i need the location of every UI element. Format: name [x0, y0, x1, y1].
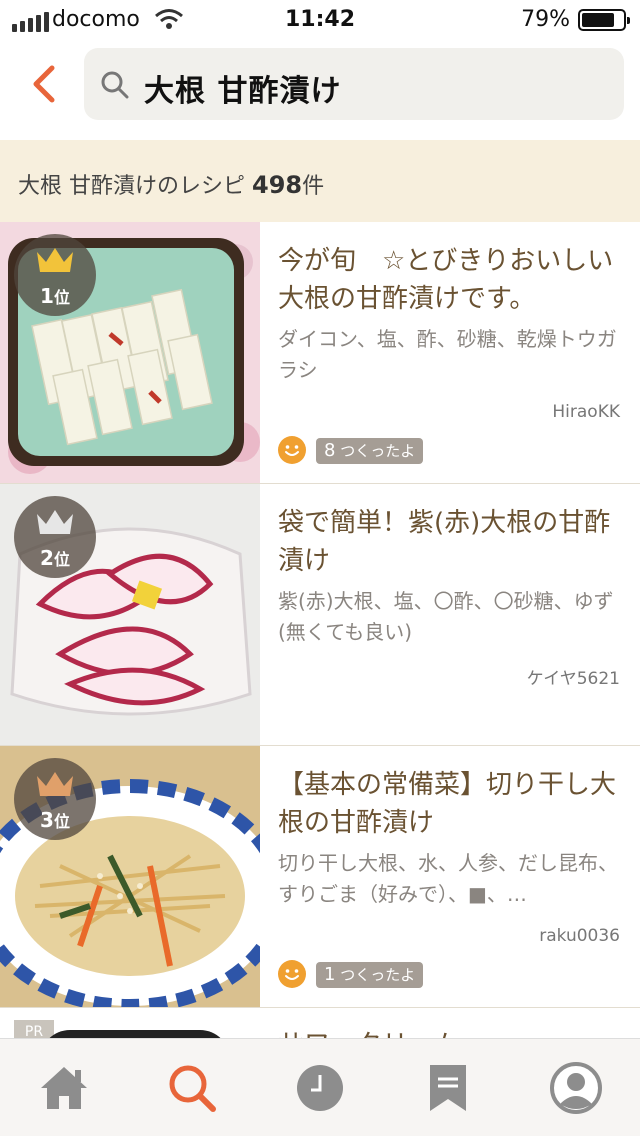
tab-search[interactable] — [128, 1039, 256, 1136]
search-input[interactable]: 大根 甘酢漬け — [84, 48, 624, 120]
history-icon — [297, 1064, 343, 1111]
rank-suffix: 位 — [53, 812, 70, 831]
rank-number: 2 — [40, 546, 54, 570]
home-icon — [41, 1066, 87, 1109]
recipe-thumbnail: 1位 — [0, 222, 260, 483]
search-icon — [169, 1065, 216, 1112]
made-count-badge: 8 つくったよ — [316, 438, 424, 464]
made-count-badge: 1 つくったよ — [316, 962, 424, 988]
recipe-author[interactable]: ケイヤ5621 — [527, 664, 620, 689]
recipe-title[interactable]: 【基本の常備菜】切り干し大根の甘酢漬け — [278, 766, 624, 842]
crown-icon — [37, 248, 73, 272]
recipe-thumbnail: 3位 — [0, 746, 260, 1007]
chevron-left-icon[interactable] — [26, 64, 60, 104]
rank-label: 3位 — [14, 808, 96, 832]
profile-icon — [550, 1061, 602, 1114]
recipe-list: 1位 今が旬 ☆とびきりおいしい大根の甘酢漬けです。 ダイコン、塩、酢、砂糖、乾… — [0, 222, 640, 1008]
rank-badge: 2位 — [14, 496, 96, 578]
made-label: つくったよ — [335, 966, 416, 984]
crown-icon — [37, 772, 73, 796]
rank-number: 3 — [40, 808, 54, 832]
tab-bookmark[interactable] — [384, 1039, 512, 1136]
result-count-text: 大根 甘酢漬けのレシピ 498件 — [18, 168, 324, 200]
rank-suffix: 位 — [53, 288, 70, 307]
search-query: 大根 甘酢漬け — [144, 74, 342, 109]
tab-bar — [0, 1038, 640, 1136]
recipe-ingredients: ダイコン、塩、酢、砂糖、乾燥トウガラシ — [278, 327, 617, 382]
rank-number: 1 — [40, 284, 54, 308]
tab-home[interactable] — [0, 1039, 128, 1136]
battery-percentage: 79% — [521, 7, 570, 32]
made-count: 1 — [324, 964, 336, 985]
tab-profile[interactable] — [512, 1039, 640, 1136]
rank-label: 1位 — [14, 284, 96, 308]
smile-icon — [278, 436, 306, 464]
recipe-item[interactable]: 3位 【基本の常備菜】切り干し大根の甘酢漬け 切り干し大根、水、人参、だし昆布、… — [0, 746, 640, 1008]
rank-badge: 3位 — [14, 758, 96, 840]
rank-label: 2位 — [14, 546, 96, 570]
result-count-banner: 大根 甘酢漬けのレシピ 498件 — [0, 140, 640, 222]
bookmark-icon — [430, 1064, 466, 1111]
rank-suffix: 位 — [53, 550, 70, 569]
recipe-item[interactable]: 1位 今が旬 ☆とびきりおいしい大根の甘酢漬けです。 ダイコン、塩、酢、砂糖、乾… — [0, 222, 640, 484]
made-label: つくったよ — [335, 442, 416, 460]
tab-history[interactable] — [256, 1039, 384, 1136]
recipe-ingredients: 切り干し大根、水、人参、だし昆布、すりごま（好みで）、■、… — [278, 851, 618, 906]
recipe-title[interactable]: 今が旬 ☆とびきりおいしい大根の甘酢漬けです。 — [278, 242, 624, 318]
recipe-author[interactable]: HiraoKK — [552, 402, 620, 422]
rank-badge: 1位 — [14, 234, 96, 316]
recipe-author[interactable]: raku0036 — [539, 926, 620, 946]
crown-icon — [37, 510, 73, 534]
status-bar: docomo 11:42 79% — [0, 0, 640, 40]
recipe-thumbnail: 2位 — [0, 484, 260, 745]
battery-icon — [578, 9, 630, 31]
recipe-ingredients: 紫(赤)大根、塩、〇酢、〇砂糖、ゆず(無くても良い) — [278, 589, 614, 644]
search-header: 大根 甘酢漬け — [0, 40, 640, 140]
search-icon — [101, 71, 129, 99]
result-count-suffix: 件 — [302, 174, 325, 199]
result-count-number: 498 — [252, 171, 303, 199]
result-count-prefix: 大根 甘酢漬けのレシピ — [18, 174, 252, 199]
recipe-item[interactable]: 2位 袋で簡単！紫(赤)大根の甘酢漬け 紫(赤)大根、塩、〇酢、〇砂糖、ゆず(無… — [0, 484, 640, 746]
smile-icon — [278, 960, 306, 988]
recipe-title[interactable]: 袋で簡単！紫(赤)大根の甘酢漬け — [278, 504, 624, 580]
made-count: 8 — [324, 440, 336, 461]
recipe-search-screen: docomo 11:42 79% 大根 甘酢漬け 大根 甘酢漬けのレシピ 498… — [0, 0, 640, 1136]
